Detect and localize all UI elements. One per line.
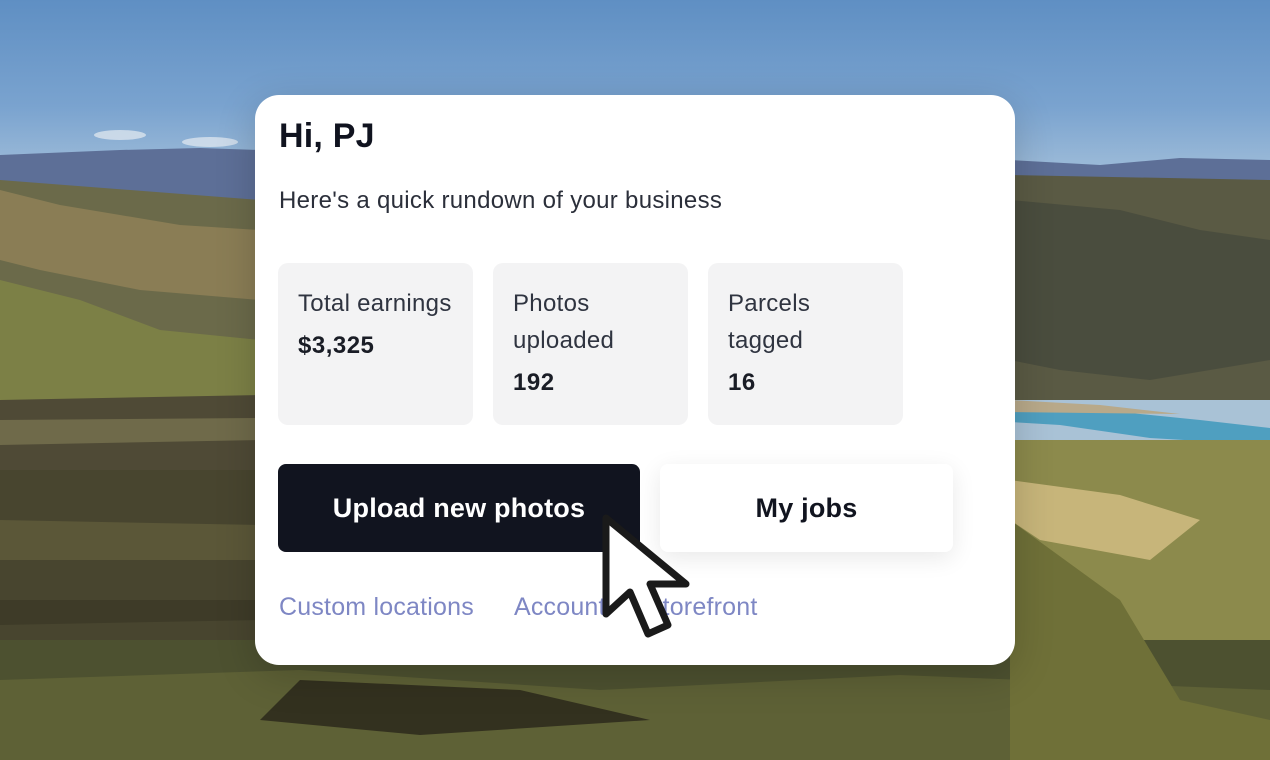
actions-row: Upload new photos My jobs (278, 464, 953, 552)
summary-subtitle: Here's a quick rundown of your business (279, 187, 723, 214)
stat-tile-photos-uploaded: Photos uploaded 192 (493, 263, 688, 425)
stat-value: 16 (728, 369, 756, 396)
stat-value: $3,325 (298, 332, 375, 359)
stats-row: Total earnings $3,325 Photos uploaded 19… (278, 263, 903, 425)
footer-links: Custom locations Account Storefront (279, 593, 757, 622)
stat-tile-parcels-tagged: Parcels tagged 16 (708, 263, 903, 425)
greeting-heading: Hi, PJ (279, 117, 375, 155)
stat-label: Photos uploaded (513, 290, 615, 354)
business-summary-card: Hi, PJ Here's a quick rundown of your bu… (255, 95, 1015, 665)
my-jobs-button[interactable]: My jobs (660, 464, 953, 552)
account-link[interactable]: Account (514, 593, 606, 622)
stat-label: Parcels tagged (728, 290, 811, 354)
upload-new-photos-button[interactable]: Upload new photos (278, 464, 640, 552)
stat-label: Total earnings (298, 290, 452, 317)
custom-locations-link[interactable]: Custom locations (279, 593, 474, 622)
storefront-link[interactable]: Storefront (646, 593, 758, 622)
stat-value: 192 (513, 369, 555, 396)
stat-tile-total-earnings: Total earnings $3,325 (278, 263, 473, 425)
